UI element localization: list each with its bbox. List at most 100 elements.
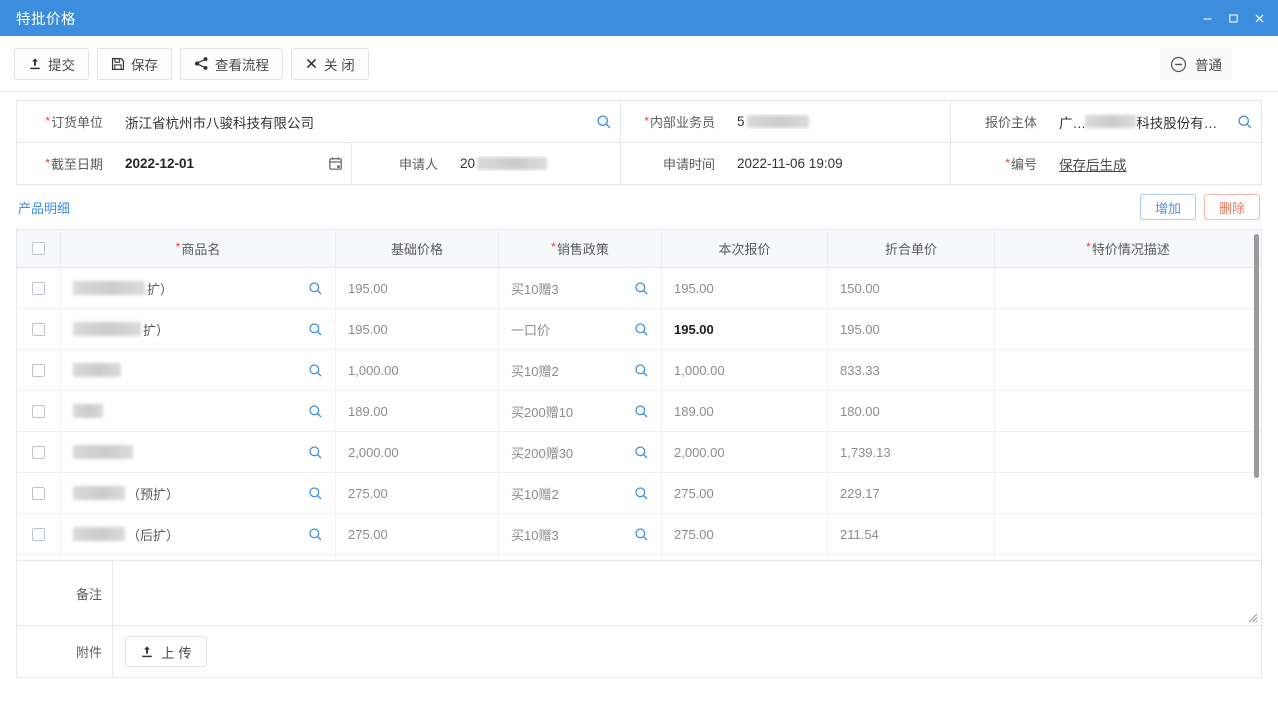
- cell-product[interactable]: （后扩）: [61, 514, 336, 554]
- submit-button[interactable]: 提交: [14, 48, 89, 80]
- cell-current-quote[interactable]: 2,000.00: [662, 432, 828, 472]
- cell-sales-policy[interactable]: 一口价: [499, 309, 662, 349]
- close-button[interactable]: 关 闭: [291, 48, 369, 80]
- cell-product[interactable]: [61, 555, 336, 560]
- search-icon[interactable]: [302, 363, 323, 378]
- close-icon[interactable]: [1246, 5, 1272, 31]
- search-icon[interactable]: [628, 322, 649, 337]
- close-x-icon: [305, 57, 318, 70]
- cell-special-desc[interactable]: [995, 268, 1261, 308]
- maximize-icon[interactable]: [1220, 5, 1246, 31]
- internal-salesperson-input[interactable]: 5: [725, 114, 950, 129]
- row-checkbox[interactable]: [32, 528, 45, 541]
- search-icon[interactable]: [302, 404, 323, 419]
- cell-product[interactable]: [61, 391, 336, 431]
- search-icon[interactable]: [628, 404, 649, 419]
- grid-body: 扩）195.00买10赠3195.00150.00扩）195.00一口价195.…: [17, 268, 1261, 560]
- minimize-icon[interactable]: [1194, 5, 1220, 31]
- cell-special-desc[interactable]: [995, 432, 1261, 472]
- cell-base-price: 195.00: [336, 309, 499, 349]
- applicant-input[interactable]: 20: [448, 156, 620, 171]
- deadline-date-input[interactable]: 2022-12-01: [113, 156, 351, 171]
- save-button[interactable]: 保存: [97, 48, 172, 80]
- row-checkbox[interactable]: [32, 282, 45, 295]
- cell-unit-price: 211.54: [828, 514, 995, 554]
- cell-product[interactable]: [61, 432, 336, 472]
- cell-special-desc[interactable]: [995, 473, 1261, 513]
- search-icon[interactable]: [628, 527, 649, 542]
- calendar-icon[interactable]: [320, 156, 343, 171]
- row-checkbox[interactable]: [32, 487, 45, 500]
- upload-button[interactable]: 上 传: [125, 636, 207, 667]
- grid-vertical-scrollbar[interactable]: [1253, 234, 1260, 478]
- order-unit-input[interactable]: 浙江省杭州市八骏科技有限公司: [113, 112, 620, 132]
- table-row[interactable]: 189.00买200赠10189.00180.00: [17, 391, 1261, 432]
- table-row[interactable]: 1,000.00买10赠21,000.00833.33: [17, 350, 1261, 391]
- search-icon[interactable]: [302, 486, 323, 501]
- cell-special-desc[interactable]: [995, 391, 1261, 431]
- cell-special-desc[interactable]: [995, 514, 1261, 554]
- table-row[interactable]: （后扩）275.00买10赠3275.00211.54: [17, 514, 1261, 555]
- search-icon[interactable]: [628, 363, 649, 378]
- table-row[interactable]: [17, 555, 1261, 560]
- cell-sales-policy[interactable]: 买200赠30: [499, 432, 662, 472]
- table-row[interactable]: 2,000.00买200赠302,000.001,739.13: [17, 432, 1261, 473]
- add-row-button[interactable]: 增加: [1140, 194, 1196, 220]
- search-icon[interactable]: [588, 114, 612, 130]
- document-number-link[interactable]: 保存后生成: [1059, 154, 1127, 174]
- cell-current-quote[interactable]: 275.00: [662, 473, 828, 513]
- row-select-cell: [17, 514, 61, 554]
- remark-textarea[interactable]: [113, 561, 1261, 620]
- redacted-content: [73, 281, 145, 295]
- cell-current-quote[interactable]: 275.00: [662, 514, 828, 554]
- table-row[interactable]: 扩）195.00买10赠3195.00150.00: [17, 268, 1261, 309]
- view-process-button[interactable]: 查看流程: [180, 48, 283, 80]
- cell-special-desc[interactable]: [995, 350, 1261, 390]
- search-icon[interactable]: [628, 486, 649, 501]
- field-document-number: 编号 保存后生成: [951, 143, 1261, 184]
- cell-sales-policy[interactable]: 买10赠2: [499, 473, 662, 513]
- cell-product[interactable]: 扩）: [61, 268, 336, 308]
- cell-unit-price: 833.33: [828, 350, 995, 390]
- cell-sales-policy[interactable]: 买10赠2: [499, 350, 662, 390]
- redacted-content: [73, 527, 125, 541]
- redacted-content: [73, 404, 103, 418]
- delete-row-button[interactable]: 删除: [1204, 194, 1260, 220]
- row-checkbox[interactable]: [32, 446, 45, 459]
- row-checkbox[interactable]: [32, 323, 45, 336]
- status-badge[interactable]: 普通: [1160, 48, 1232, 80]
- search-icon[interactable]: [302, 281, 323, 296]
- cell-special-desc[interactable]: [995, 555, 1261, 560]
- cell-current-quote[interactable]: 195.00: [662, 268, 828, 308]
- cell-sales-policy[interactable]: 买200赠10: [499, 391, 662, 431]
- scrollbar-thumb[interactable]: [1254, 234, 1259, 478]
- search-icon[interactable]: [628, 445, 649, 460]
- row-checkbox[interactable]: [32, 364, 45, 377]
- cell-product[interactable]: [61, 350, 336, 390]
- grid-header-sales-policy-label: 销售政策: [557, 239, 609, 258]
- search-icon[interactable]: [628, 281, 649, 296]
- cell-unit-price: [828, 555, 995, 560]
- quote-entity-input[interactable]: 广东i 科技股份有限公司: [1047, 112, 1261, 132]
- search-icon[interactable]: [302, 527, 323, 542]
- cell-special-desc[interactable]: [995, 309, 1261, 349]
- cell-sales-policy[interactable]: [499, 555, 662, 560]
- action-toolbar: 提交 保存 查看流程: [0, 36, 1278, 92]
- cell-sales-policy[interactable]: 买10赠3: [499, 514, 662, 554]
- search-icon[interactable]: [302, 445, 323, 460]
- cell-sales-policy[interactable]: 买10赠3: [499, 268, 662, 308]
- cell-current-quote[interactable]: [662, 555, 828, 560]
- cell-product[interactable]: （预扩）: [61, 473, 336, 513]
- table-row[interactable]: （预扩）275.00买10赠2275.00229.17: [17, 473, 1261, 514]
- search-icon[interactable]: [302, 322, 323, 337]
- applicant-value: 20: [460, 156, 475, 171]
- cell-current-quote[interactable]: 189.00: [662, 391, 828, 431]
- cell-current-quote[interactable]: 1,000.00: [662, 350, 828, 390]
- table-row[interactable]: 扩）195.00一口价195.00195.00: [17, 309, 1261, 350]
- redacted-content: [73, 445, 133, 459]
- cell-current-quote[interactable]: 195.00: [662, 309, 828, 349]
- search-icon[interactable]: [1229, 114, 1253, 130]
- cell-product[interactable]: 扩）: [61, 309, 336, 349]
- row-checkbox[interactable]: [32, 405, 45, 418]
- select-all-checkbox[interactable]: [32, 242, 45, 255]
